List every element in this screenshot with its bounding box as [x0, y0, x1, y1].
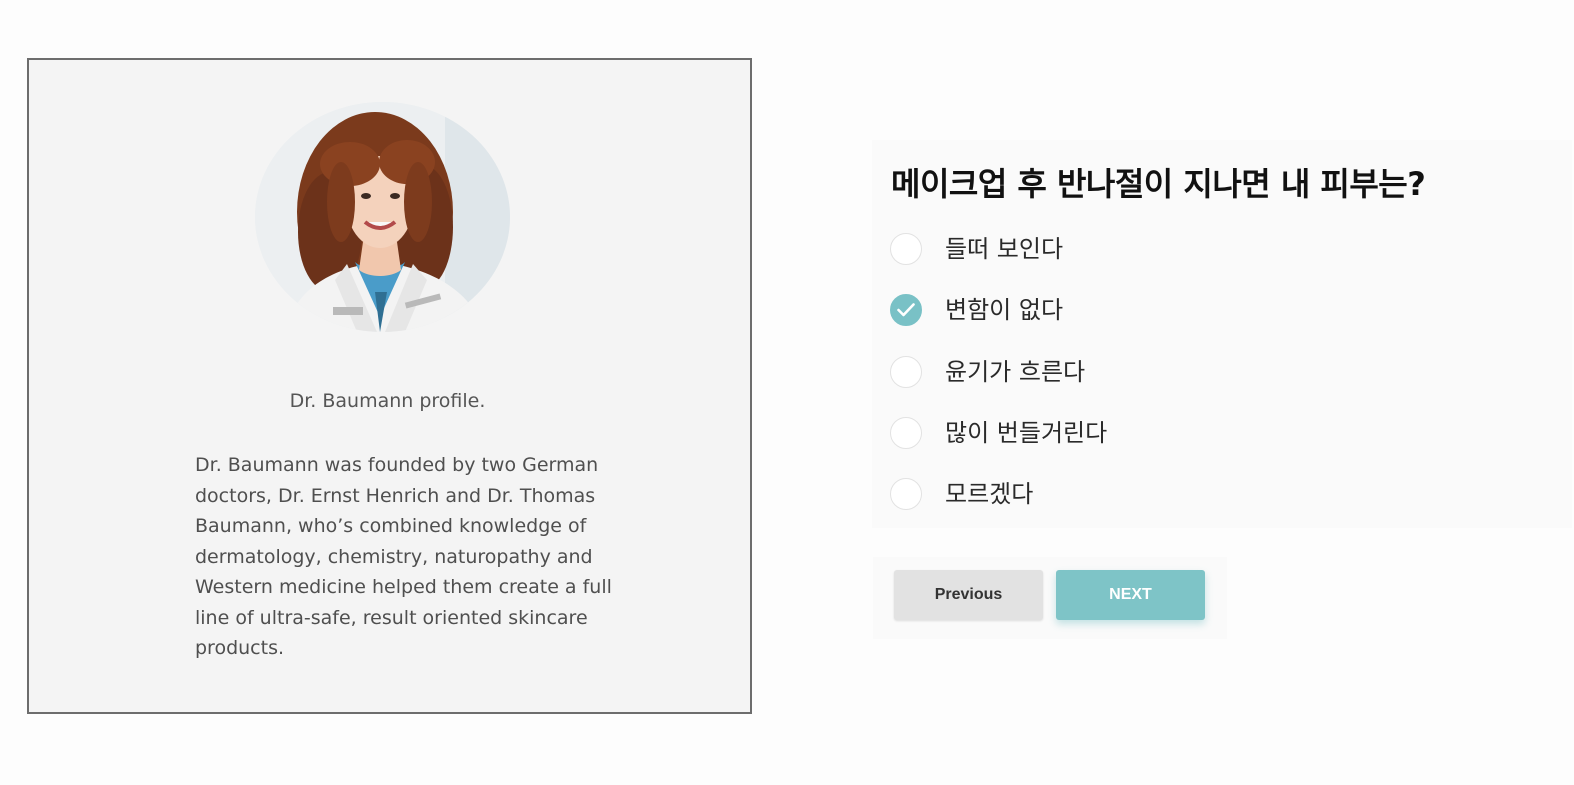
answer-label: 윤기가 흐른다 — [945, 357, 1086, 386]
answer-option-3[interactable]: 윤기가 흐른다 — [890, 355, 1107, 417]
answer-option-4[interactable]: 많이 번들거린다 — [890, 416, 1108, 478]
checkmark-icon — [897, 303, 915, 317]
answer-option-1[interactable]: 들떠 보인다 — [890, 233, 1107, 294]
doctor-avatar — [255, 102, 510, 332]
quiz-panel: 메이크업 후 반나절이 지나면 내 피부는? 들떠 보인다 변함이 없다 윤기가… — [872, 140, 1572, 528]
radio-button[interactable] — [890, 233, 922, 265]
answer-label: 많이 번들거린다 — [945, 418, 1108, 447]
radio-button[interactable] — [890, 478, 922, 511]
answer-option-2[interactable]: 변함이 없다 — [890, 294, 1107, 355]
answer-label: 모르겠다 — [945, 480, 1034, 509]
radio-button[interactable] — [890, 416, 922, 449]
profile-description: Dr. Baumann was founded by two German do… — [195, 454, 612, 659]
doctor-portrait-image — [255, 102, 510, 332]
answer-options: 들떠 보인다 변함이 없다 윤기가 흐른다 많이 번들거린다 모르겠다 — [890, 233, 1107, 539]
radio-button[interactable] — [890, 355, 922, 388]
answer-label: 들떠 보인다 — [945, 235, 1064, 263]
profile-caption: Dr. Baumann profile. — [289, 390, 486, 412]
answer-option-5[interactable]: 모르겠다 — [890, 478, 1107, 539]
radio-button-selected[interactable] — [890, 294, 922, 327]
answer-label: 변함이 없다 — [945, 296, 1064, 325]
quiz-question: 메이크업 후 반나절이 지나면 내 피부는? — [891, 165, 1426, 203]
navigation-buttons: Previous NEXT — [873, 557, 1227, 639]
profile-card: Dr. Baumann profile. Dr. Baumann was fou… — [27, 58, 752, 714]
next-button[interactable]: NEXT — [1056, 570, 1205, 620]
previous-button[interactable]: Previous — [894, 570, 1043, 620]
